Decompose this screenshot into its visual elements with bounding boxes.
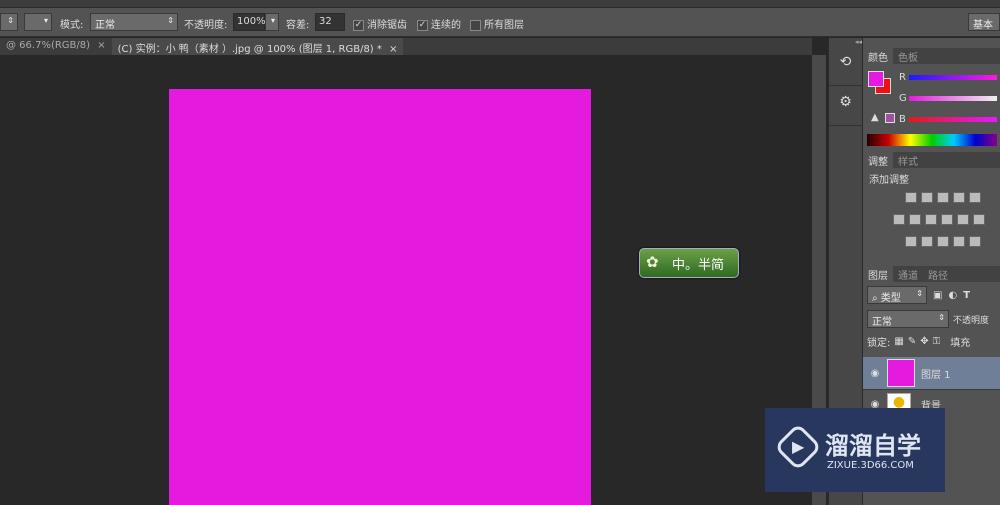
lock-transparent-icon[interactable]: ▦ [894, 336, 903, 347]
tab-label: (C) 实例：小 鸭（素材 ）.jpg @ 100% (图层 1, RGB/8)… [117, 44, 382, 55]
history-icon[interactable]: ⟲ [829, 46, 862, 86]
adjust-panel-tabs: 调整 样式 [863, 152, 1000, 168]
gamut-warning-icon: ▲ [871, 112, 879, 123]
opacity-input[interactable]: 100% [233, 13, 266, 31]
tolerance-label: 容差: [286, 20, 310, 31]
mode-label: 模式: [60, 20, 84, 31]
tab-layers[interactable]: 图层 [863, 266, 893, 282]
web-safe-swatch[interactable] [885, 113, 895, 123]
g-slider[interactable] [909, 96, 997, 101]
foreground-color-swatch[interactable] [868, 71, 884, 87]
black-white-icon[interactable] [925, 214, 937, 225]
style-badge: ✿ 中。半简 [639, 248, 739, 278]
threshold-icon[interactable] [937, 236, 949, 247]
antialias-label: 消除锯齿 [367, 20, 407, 31]
lock-move-icon[interactable]: ✥ [920, 336, 928, 347]
opacity-dropdown[interactable]: ▾ [265, 13, 279, 31]
tab-document-1[interactable]: @ 66.7%(RGB/8) × [0, 38, 112, 55]
r-slider[interactable] [909, 75, 997, 80]
tolerance-input[interactable]: 32 [315, 13, 345, 31]
close-icon[interactable]: × [97, 40, 105, 51]
close-icon[interactable]: × [389, 44, 397, 55]
channel-r-label: R [899, 72, 906, 83]
options-bar: ⇕ ▾ 模式: 正常 ⇕ 不透明度: 100% ▾ 容差: 32 ✓ 消除锯齿 ✓ 连… [0, 8, 1000, 37]
brightness-icon[interactable] [905, 192, 917, 203]
layers-panel-tabs: 图层 通道 路径 [863, 266, 1000, 282]
antialias-checkbox[interactable]: ✓ 消除锯齿 [353, 16, 407, 31]
layers-panel: ⌕ 类型 ⇕ ▣ ◐ T 正常 ⇕ 不透明度 锁定: ▦ ✎ ✥ ⚿ 填充 [863, 282, 1000, 359]
type-filter-icon[interactable]: T [963, 290, 970, 301]
tab-channels[interactable]: 通道 [893, 266, 923, 282]
tab-document-2[interactable]: (C) 实例：小 鸭（素材 ）.jpg @ 100% (图层 1, RGB/8)… [111, 38, 404, 55]
watermark-title: 溜溜自学 [825, 432, 921, 460]
flower-icon: ✿ [646, 253, 659, 271]
adjust-panel: 添加调整 [863, 168, 1000, 260]
tab-adjustments[interactable]: 调整 [863, 152, 893, 168]
color-panel: R G B ▲ [863, 64, 1000, 152]
gradient-map-icon[interactable] [969, 236, 981, 247]
contiguous-label: 连续的 [431, 20, 461, 31]
lock-all-icon[interactable]: ⚿ [933, 336, 941, 347]
layer-opacity-label: 不透明度 [953, 315, 990, 326]
collapse-icon[interactable]: ◂◂ [829, 38, 862, 46]
levels-icon[interactable] [921, 192, 933, 203]
canvas-document[interactable] [169, 89, 591, 505]
watermark-url: ZIXUE.3D66.COM [827, 460, 914, 471]
menu-bar [0, 0, 1000, 8]
layer-name: 图层 1 [921, 369, 951, 381]
lock-paint-icon[interactable]: ✎ [908, 336, 916, 347]
workspace-button[interactable]: 基本 [968, 13, 1000, 31]
vibrance-icon[interactable] [969, 192, 981, 203]
channel-b-label: B [899, 114, 906, 125]
blend-mode-select[interactable]: 正常 ⇕ [867, 310, 949, 328]
channel-g-label: G [899, 93, 907, 104]
all-layers-checkbox[interactable]: 所有图层 [470, 16, 524, 31]
b-slider[interactable] [909, 117, 997, 122]
hue-saturation-icon[interactable] [893, 214, 905, 225]
selective-color-icon[interactable] [953, 236, 965, 247]
tab-swatches[interactable]: 色板 [893, 48, 923, 64]
contiguous-checkbox[interactable]: ✓ 连续的 [417, 16, 461, 31]
tab-label: @ 66.7%(RGB/8) [6, 40, 91, 51]
invert-icon[interactable] [905, 236, 917, 247]
all-layers-label: 所有图层 [484, 20, 524, 31]
layer-filter-select[interactable]: ⌕ 类型 ⇕ [867, 286, 927, 304]
channel-mixer-icon[interactable] [957, 214, 969, 225]
visibility-eye-icon[interactable]: ◉ [863, 368, 887, 379]
document-tabs: @ 66.7%(RGB/8) × (C) 实例：小 鸭（素材 ）.jpg @ 1… [0, 38, 812, 55]
layer-row[interactable]: ◉ 图层 1 [863, 357, 1000, 389]
fill-label: 填充 [950, 338, 971, 349]
adjust-title: 添加调整 [869, 175, 909, 186]
exposure-icon[interactable] [953, 192, 965, 203]
adjustment-filter-icon[interactable]: ◐ [948, 290, 957, 301]
color-panel-tabs: 颜色 色板 [863, 48, 1000, 64]
color-spectrum[interactable] [867, 134, 997, 146]
properties-icon[interactable]: ⚙ [829, 86, 862, 126]
badge-text: 中。半简 [672, 258, 725, 273]
tab-color[interactable]: 颜色 [863, 48, 893, 64]
mode-select[interactable]: 正常 ⇕ [90, 13, 178, 31]
brush-size-picker[interactable]: ▾ [24, 13, 52, 31]
color-lookup-icon[interactable] [973, 214, 985, 225]
watermark: ▶ 溜溜自学 ZIXUE.3D66.COM [765, 408, 945, 492]
opacity-label: 不透明度: [184, 20, 228, 31]
mode-value: 正常 [95, 20, 115, 31]
tool-preset-picker[interactable]: ⇕ [0, 13, 18, 31]
layer-thumbnail [887, 359, 915, 387]
curves-icon[interactable] [937, 192, 949, 203]
color-balance-icon[interactable] [909, 214, 921, 225]
filter-value: 类型 [880, 293, 901, 304]
play-triangle-icon: ▶ [792, 437, 805, 456]
lock-label: 锁定: [867, 338, 891, 349]
tab-styles[interactable]: 样式 [893, 152, 923, 168]
tab-paths[interactable]: 路径 [923, 266, 953, 282]
blend-value: 正常 [872, 317, 892, 328]
image-filter-icon[interactable]: ▣ [933, 290, 942, 301]
posterize-icon[interactable] [921, 236, 933, 247]
photo-filter-icon[interactable] [941, 214, 953, 225]
